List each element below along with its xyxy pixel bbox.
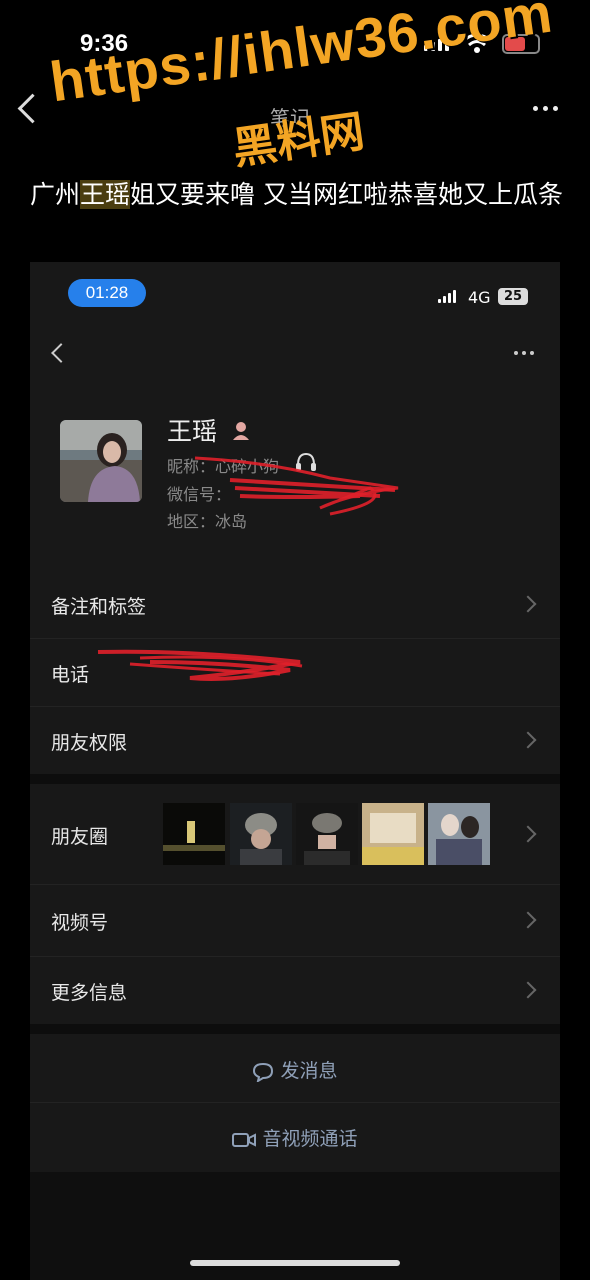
back-button[interactable]	[17, 93, 48, 124]
remarks-tags-row[interactable]: 备注和标签	[30, 570, 560, 639]
embedded-screenshot: 01:28 4G 25 王瑶 昵称：心碎小狗 微信号： 地区：冰岛 备注和标签	[30, 262, 560, 1280]
section-divider	[30, 774, 560, 784]
friend-permissions-label: 朋友权限	[51, 732, 128, 754]
moments-label: 朋友圈	[51, 826, 109, 848]
divider	[30, 1102, 560, 1103]
moments-thumbnails	[163, 803, 493, 865]
moments-thumbnail	[230, 803, 292, 865]
send-message-button[interactable]: 发消息	[30, 1056, 560, 1083]
phone-label: 电话	[51, 664, 90, 686]
more-info-label: 更多信息	[51, 982, 128, 1004]
post-title-part: 广州	[30, 180, 81, 209]
more-options-button[interactable]	[533, 106, 558, 111]
channels-row[interactable]: 视频号	[30, 884, 560, 957]
section-divider	[30, 1024, 560, 1034]
chevron-right-icon	[519, 731, 537, 749]
post-title: 广州王瑶姐又要来噜 又当网红啦恭喜她又上瓜条	[30, 176, 570, 214]
chevron-right-icon	[519, 981, 537, 999]
remarks-tags-label: 备注和标签	[51, 596, 147, 618]
moments-thumbnail	[362, 803, 424, 865]
chat-bubble-icon	[253, 1062, 274, 1083]
more-info-row[interactable]: 更多信息	[30, 956, 560, 1024]
watermark-url: https://ihlw36.com	[46, 0, 557, 114]
video-call-label: 音视频通话	[262, 1128, 358, 1150]
channels-label: 视频号	[51, 912, 109, 934]
moments-row[interactable]: 朋友圈	[30, 784, 560, 885]
home-indicator[interactable]	[190, 1260, 400, 1266]
phone-row[interactable]: 电话	[30, 638, 560, 707]
video-call-button[interactable]: 音视频通话	[30, 1124, 560, 1151]
chevron-right-icon	[519, 825, 537, 843]
watermark-name: 黑料网	[229, 106, 368, 175]
chevron-right-icon	[519, 595, 537, 613]
send-message-label: 发消息	[280, 1060, 338, 1082]
moments-thumbnail	[296, 803, 358, 865]
post-title-part: 姐又要来噜 又当网红啦恭喜她又上瓜条	[130, 180, 563, 209]
moments-thumbnail	[428, 803, 490, 865]
video-camera-icon	[232, 1132, 257, 1147]
friend-permissions-row[interactable]: 朋友权限	[30, 706, 560, 774]
chevron-right-icon	[519, 911, 537, 929]
moments-thumbnail	[163, 803, 225, 865]
post-title-highlight: 王瑶	[80, 180, 131, 209]
